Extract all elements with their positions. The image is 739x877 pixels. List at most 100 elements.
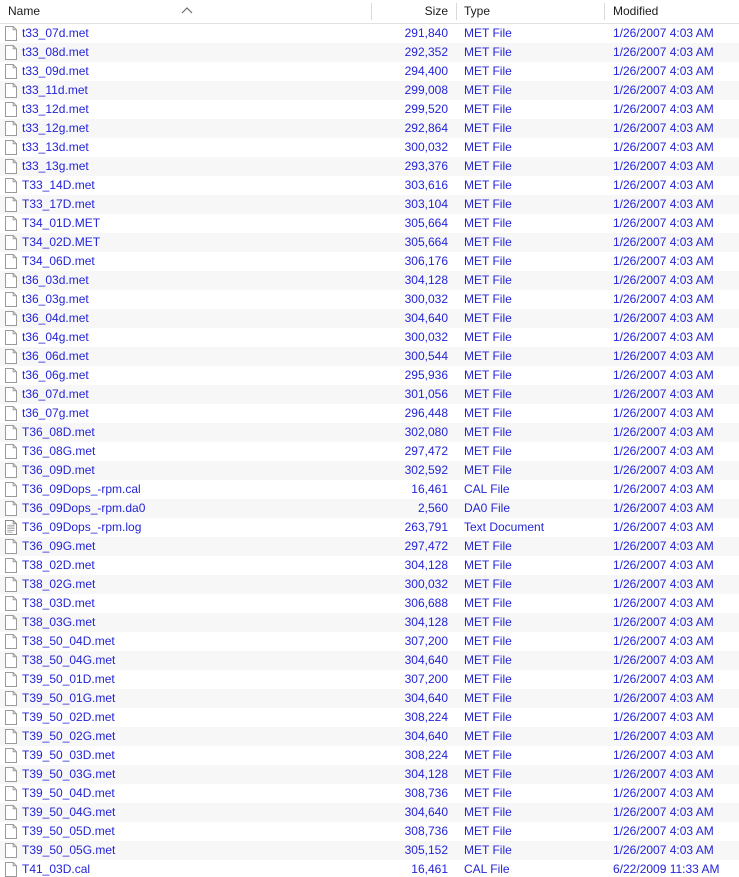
file-row[interactable]: T36_08D.met 302,080 MET File 1/26/2007 4:03… <box>0 423 739 442</box>
file-type-cell: DA0 File <box>464 501 511 515</box>
file-modified-cell: 1/26/2007 4:03 AM <box>613 64 714 78</box>
file-row[interactable]: T34_06D.met 306,176 MET File 1/26/2007 4:03… <box>0 252 739 271</box>
file-row[interactable]: t36_06d.met 300,544 MET File 1/26/2007 4:03… <box>0 347 739 366</box>
column-header-size[interactable]: Size <box>372 0 456 23</box>
file-row[interactable]: T38_50_04D.met 307,200 MET File 1/26/2007 4… <box>0 632 739 651</box>
file-row[interactable]: t33_12g.met 292,864 MET File 1/26/2007 4:03… <box>0 119 739 138</box>
file-row[interactable]: T33_14D.met 303,616 MET File 1/26/2007 4:03… <box>0 176 739 195</box>
file-row[interactable]: T39_50_04D.met 308,736 MET File 1/26/2007 4… <box>0 784 739 803</box>
file-type-cell: MET File <box>464 463 512 477</box>
blank-file-icon <box>4 64 18 79</box>
file-name-cell: t36_03d.met <box>22 273 89 287</box>
file-modified-cell: 1/26/2007 4:03 AM <box>613 482 714 496</box>
file-type-cell: MET File <box>464 805 512 819</box>
file-type-cell: Text Document <box>464 520 545 534</box>
file-modified-cell: 1/26/2007 4:03 AM <box>613 349 714 363</box>
file-size-cell: 300,544 <box>404 349 448 363</box>
file-row[interactable]: T34_02D.MET 305,664 MET File 1/26/2007 4:03… <box>0 233 739 252</box>
file-type-cell: MET File <box>464 368 512 382</box>
blank-file-icon <box>4 482 18 497</box>
file-row[interactable]: T38_03G.met 304,128 MET File 1/26/2007 4:03… <box>0 613 739 632</box>
file-row[interactable]: t36_03g.met 300,032 MET File 1/26/2007 4:03… <box>0 290 739 309</box>
file-type-cell: MET File <box>464 121 512 135</box>
file-row[interactable]: T39_50_01G.met 304,640 MET File 1/26/2007 4… <box>0 689 739 708</box>
column-header-type[interactable]: Type <box>456 0 605 23</box>
file-row[interactable]: t33_11d.met 299,008 MET File 1/26/2007 4:03… <box>0 81 739 100</box>
file-row[interactable]: T39_50_04G.met 304,640 MET File 1/26/2007 4… <box>0 803 739 822</box>
file-name-cell: t36_07d.met <box>22 387 89 401</box>
file-size-cell: 304,640 <box>404 653 448 667</box>
file-row[interactable]: T33_17D.met 303,104 MET File 1/26/2007 4:03… <box>0 195 739 214</box>
column-header-modified[interactable]: Modified <box>605 0 739 23</box>
file-row[interactable]: t36_03d.met 304,128 MET File 1/26/2007 4:03… <box>0 271 739 290</box>
file-row[interactable]: T36_08G.met 297,472 MET File 1/26/2007 4:03… <box>0 442 739 461</box>
file-row[interactable]: T39_50_02G.met 304,640 MET File 1/26/2007 4… <box>0 727 739 746</box>
file-row[interactable]: T39_50_01D.met 307,200 MET File 1/26/2007 4… <box>0 670 739 689</box>
file-size-cell: 300,032 <box>404 330 448 344</box>
file-modified-cell: 1/26/2007 4:03 AM <box>613 596 714 610</box>
blank-file-icon <box>4 197 18 212</box>
file-row[interactable]: T39_50_05G.met 305,152 MET File 1/26/2007 4… <box>0 841 739 860</box>
file-size-cell: 306,176 <box>404 254 448 268</box>
blank-file-icon <box>4 140 18 155</box>
column-header-name[interactable]: Name <box>0 0 372 23</box>
file-row[interactable]: T36_09Dops_-rpm.cal 16,461 CAL File 1/26/20… <box>0 480 739 499</box>
file-row[interactable]: T36_09Dops_-rpm.da0 2,560 DA0 File 1/26/200… <box>0 499 739 518</box>
file-row[interactable]: T38_02D.met 304,128 MET File 1/26/2007 4:03… <box>0 556 739 575</box>
file-row[interactable]: t33_08d.met 292,352 MET File 1/26/2007 4:03… <box>0 43 739 62</box>
file-row[interactable]: t36_04g.met 300,032 MET File 1/26/2007 4:03… <box>0 328 739 347</box>
blank-file-icon <box>4 292 18 307</box>
file-modified-cell: 1/26/2007 4:03 AM <box>613 425 714 439</box>
file-modified-cell: 1/26/2007 4:03 AM <box>613 273 714 287</box>
file-name-cell: T39_50_03G.met <box>22 767 116 781</box>
file-row[interactable]: t33_13d.met 300,032 MET File 1/26/2007 4:03… <box>0 138 739 157</box>
file-size-cell: 308,224 <box>404 710 448 724</box>
file-size-cell: 304,640 <box>404 311 448 325</box>
file-row[interactable]: t36_06g.met 295,936 MET File 1/26/2007 4:03… <box>0 366 739 385</box>
file-size-cell: 304,128 <box>404 767 448 781</box>
file-name-cell: T39_50_03D.met <box>22 748 115 762</box>
file-size-cell: 300,032 <box>404 577 448 591</box>
file-row[interactable]: t33_12d.met 299,520 MET File 1/26/2007 4:03… <box>0 100 739 119</box>
file-row[interactable]: t36_04d.met 304,640 MET File 1/26/2007 4:03… <box>0 309 739 328</box>
file-row[interactable]: T36_09D.met 302,592 MET File 1/26/2007 4:03… <box>0 461 739 480</box>
file-type-cell: MET File <box>464 102 512 116</box>
file-row[interactable]: T36_09Dops_-rpm.log 263,791 Text Document 1… <box>0 518 739 537</box>
file-row[interactable]: T41_03D.cal 16,461 CAL File 6/22/2009 11:33… <box>0 860 739 877</box>
file-size-cell: 16,461 <box>411 482 448 496</box>
file-type-cell: MET File <box>464 178 512 192</box>
file-type-cell: MET File <box>464 539 512 553</box>
file-modified-cell: 1/26/2007 4:03 AM <box>613 634 714 648</box>
file-row[interactable]: T38_03D.met 306,688 MET File 1/26/2007 4:03… <box>0 594 739 613</box>
file-name-cell: T34_01D.MET <box>22 216 101 230</box>
file-type-cell: MET File <box>464 691 512 705</box>
file-name-cell: T38_02D.met <box>22 558 95 572</box>
blank-file-icon <box>4 558 18 573</box>
file-type-cell: MET File <box>464 159 512 173</box>
file-row[interactable]: T39_50_03D.met 308,224 MET File 1/26/2007 4… <box>0 746 739 765</box>
file-row[interactable]: T34_01D.MET 305,664 MET File 1/26/2007 4:03… <box>0 214 739 233</box>
file-size-cell: 302,080 <box>404 425 448 439</box>
file-row[interactable]: t33_13g.met 293,376 MET File 1/26/2007 4:03… <box>0 157 739 176</box>
blank-file-icon <box>4 805 18 820</box>
file-row[interactable]: t36_07g.met 296,448 MET File 1/26/2007 4:03… <box>0 404 739 423</box>
file-size-cell: 297,472 <box>404 444 448 458</box>
file-modified-cell: 1/26/2007 4:03 AM <box>613 330 714 344</box>
file-modified-cell: 1/26/2007 4:03 AM <box>613 672 714 686</box>
file-modified-cell: 1/26/2007 4:03 AM <box>613 26 714 40</box>
file-name-cell: T36_09D.met <box>22 463 95 477</box>
file-row[interactable]: T38_50_04G.met 304,640 MET File 1/26/2007 4… <box>0 651 739 670</box>
file-row[interactable]: T39_50_03G.met 304,128 MET File 1/26/2007 4… <box>0 765 739 784</box>
file-row[interactable]: T39_50_05D.met 308,736 MET File 1/26/2007 4… <box>0 822 739 841</box>
file-modified-cell: 1/26/2007 4:03 AM <box>613 197 714 211</box>
file-row[interactable]: t33_07d.met 291,840 MET File 1/26/2007 4:03… <box>0 24 739 43</box>
file-row[interactable]: T36_09G.met 297,472 MET File 1/26/2007 4:03… <box>0 537 739 556</box>
file-row[interactable]: t36_07d.met 301,056 MET File 1/26/2007 4:03… <box>0 385 739 404</box>
file-size-cell: 308,224 <box>404 748 448 762</box>
file-row[interactable]: T38_02G.met 300,032 MET File 1/26/2007 4:03… <box>0 575 739 594</box>
file-type-cell: MET File <box>464 767 512 781</box>
file-name-cell: T38_02G.met <box>22 577 96 591</box>
file-row[interactable]: t33_09d.met 294,400 MET File 1/26/2007 4:03… <box>0 62 739 81</box>
file-modified-cell: 1/26/2007 4:03 AM <box>613 805 714 819</box>
file-row[interactable]: T39_50_02D.met 308,224 MET File 1/26/2007 4… <box>0 708 739 727</box>
